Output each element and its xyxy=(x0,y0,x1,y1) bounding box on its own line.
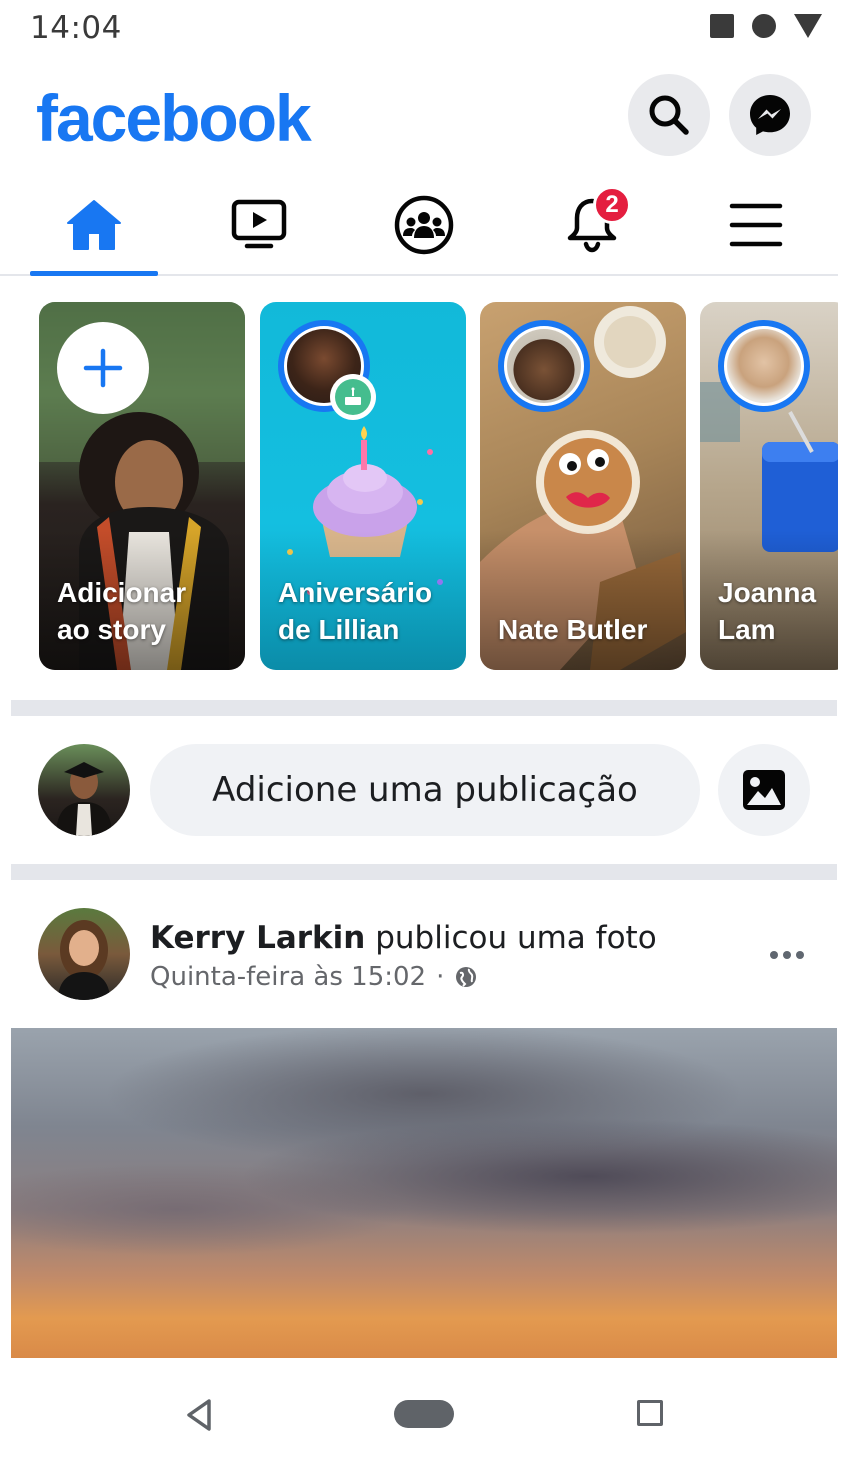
story-label: Joanna Lam xyxy=(718,577,817,645)
birthday-badge xyxy=(330,374,376,420)
messenger-button[interactable] xyxy=(729,74,811,156)
notification-badge: 2 xyxy=(593,186,631,224)
recents-icon[interactable] xyxy=(637,1400,663,1426)
story-card-joanna-lam[interactable]: Joanna Lam xyxy=(700,302,838,670)
search-icon xyxy=(649,95,689,135)
post-action: publicou uma foto xyxy=(375,920,657,956)
search-button[interactable] xyxy=(628,74,710,156)
avatar xyxy=(507,329,581,403)
stories-tray: Adicionar ao story Aniversário de Lillia… xyxy=(0,278,838,700)
create-post-input[interactable]: Adicione uma publicação xyxy=(150,744,700,836)
add-story-button[interactable] xyxy=(57,322,149,414)
post-photo[interactable] xyxy=(11,1028,837,1358)
section-divider xyxy=(11,864,837,880)
story-label: Adicionar ao story xyxy=(57,577,187,645)
tab-menu[interactable] xyxy=(692,176,820,274)
tab-home[interactable] xyxy=(30,176,158,274)
more-dots-icon[interactable] xyxy=(762,940,812,970)
photo-button[interactable] xyxy=(718,744,810,836)
post-author[interactable]: Kerry Larkin xyxy=(150,920,365,956)
home-icon xyxy=(67,200,121,250)
avatar[interactable] xyxy=(38,744,130,836)
post-title: Kerry Larkin publicou uma foto xyxy=(150,920,657,956)
author-photo xyxy=(58,920,110,1000)
active-tab-indicator xyxy=(30,271,158,276)
system-navigation-bar xyxy=(0,1358,860,1478)
section-divider xyxy=(11,700,837,716)
cake-icon xyxy=(345,387,361,405)
hamburger-icon xyxy=(729,203,783,247)
story-card-birthday[interactable]: Aniversário de Lillian xyxy=(260,302,466,670)
circle-icon xyxy=(752,14,776,38)
meta-separator: · xyxy=(436,962,445,992)
groups-icon xyxy=(394,195,454,255)
story-card-nate-butler[interactable]: Nate Butler xyxy=(480,302,686,670)
tab-notifications[interactable]: 2 xyxy=(528,176,656,274)
tab-groups[interactable] xyxy=(360,176,488,274)
status-time: 14:04 xyxy=(30,10,122,46)
avatar[interactable] xyxy=(38,908,130,1000)
post-meta: Quinta-feira às 15:02 · xyxy=(150,962,478,992)
avatar xyxy=(727,329,801,403)
signal-triangle-icon xyxy=(794,14,822,38)
status-bar: 14:04 xyxy=(0,0,860,58)
back-icon[interactable] xyxy=(184,1398,214,1432)
photo-icon xyxy=(743,770,785,810)
story-label: Aniversário de Lillian xyxy=(278,577,433,645)
facebook-logo[interactable]: facebook xyxy=(36,80,312,156)
story-shade xyxy=(480,530,686,670)
app-header: facebook xyxy=(0,58,860,176)
post-timestamp[interactable]: Quinta-feira às 15:02 xyxy=(150,962,426,992)
user-photo xyxy=(56,762,112,836)
plus-icon xyxy=(83,348,123,388)
main-nav-tabs: 2 xyxy=(0,176,838,276)
stop-square-icon xyxy=(710,14,734,38)
home-pill-icon[interactable] xyxy=(394,1400,454,1428)
video-icon xyxy=(231,199,287,249)
feed-post: Kerry Larkin publicou uma foto Quinta-fe… xyxy=(0,880,860,1030)
story-label: Nate Butler xyxy=(498,614,648,645)
globe-icon xyxy=(456,967,477,987)
post-composer: Adicione uma publicação xyxy=(0,716,860,864)
story-avatar xyxy=(498,320,590,412)
status-icons xyxy=(710,14,822,38)
tab-watch[interactable] xyxy=(195,176,323,274)
story-avatar xyxy=(718,320,810,412)
messenger-icon xyxy=(750,95,790,135)
story-card-add[interactable]: Adicionar ao story xyxy=(39,302,245,670)
